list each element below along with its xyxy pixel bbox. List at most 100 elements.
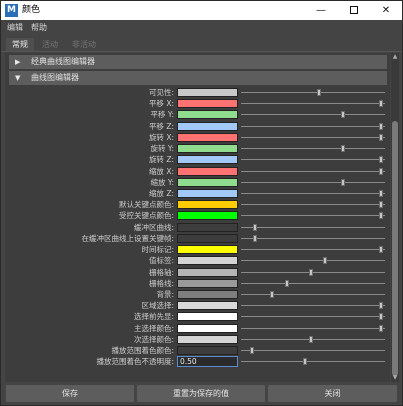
slider-handle[interactable] bbox=[309, 268, 313, 276]
slider-track[interactable] bbox=[241, 249, 385, 251]
slider-handle[interactable] bbox=[323, 257, 327, 265]
slider-handle[interactable] bbox=[379, 201, 383, 209]
slider-handle[interactable] bbox=[317, 89, 322, 96]
color-swatch[interactable] bbox=[177, 132, 238, 142]
color-swatch[interactable] bbox=[177, 267, 238, 277]
slider-handle[interactable] bbox=[285, 279, 290, 287]
menu-help[interactable]: 帮助 bbox=[31, 22, 47, 33]
color-swatch[interactable] bbox=[177, 121, 238, 131]
color-swatch[interactable] bbox=[177, 256, 238, 266]
color-swatch[interactable] bbox=[177, 245, 238, 255]
slider-track[interactable] bbox=[241, 282, 385, 284]
color-swatch[interactable] bbox=[177, 312, 238, 322]
color-swatch[interactable] bbox=[177, 278, 238, 288]
slider-track[interactable] bbox=[241, 92, 385, 93]
slider-handle[interactable] bbox=[250, 347, 255, 355]
slider-track[interactable] bbox=[241, 148, 385, 150]
slider-track[interactable] bbox=[241, 338, 385, 340]
section-graph-editor[interactable]: ▼ 曲线图编辑器 bbox=[9, 71, 387, 85]
minimize-button[interactable]: — bbox=[305, 1, 337, 20]
reset-to-saved-button[interactable]: 重置为保存的值 bbox=[137, 385, 265, 402]
slider-track[interactable] bbox=[241, 361, 385, 363]
slider-track[interactable] bbox=[241, 350, 385, 352]
slider-track[interactable] bbox=[241, 204, 385, 206]
slider-handle[interactable] bbox=[309, 335, 313, 343]
slider-handle[interactable] bbox=[253, 223, 257, 231]
slider-track[interactable] bbox=[241, 159, 385, 161]
menu-bar: 编辑 帮助 bbox=[1, 20, 402, 35]
slider-track[interactable] bbox=[241, 226, 385, 228]
section-classic-graph-editor[interactable]: ▶ 经典曲线图编辑器 bbox=[9, 55, 387, 69]
color-swatch[interactable] bbox=[177, 155, 238, 165]
color-swatch[interactable] bbox=[177, 110, 238, 120]
slider-handle[interactable] bbox=[379, 133, 383, 141]
slider-handle[interactable] bbox=[379, 313, 383, 321]
slider-track[interactable] bbox=[241, 237, 385, 239]
opacity-input[interactable]: 0.50 bbox=[177, 356, 238, 368]
color-swatch[interactable] bbox=[177, 99, 238, 109]
slider-handle[interactable] bbox=[253, 234, 257, 242]
slider-handle[interactable] bbox=[341, 111, 346, 119]
color-swatch[interactable] bbox=[177, 188, 238, 198]
button-bar: 保存 重置为保存的值 关闭 bbox=[1, 385, 402, 405]
color-swatch[interactable] bbox=[177, 233, 238, 243]
slider-track[interactable] bbox=[241, 125, 385, 127]
slider-track[interactable] bbox=[241, 114, 385, 116]
slider-track[interactable] bbox=[241, 103, 385, 105]
vertical-scrollbar[interactable]: ▲ ▼ bbox=[391, 53, 399, 382]
slider-handle[interactable] bbox=[379, 246, 383, 254]
save-button[interactable]: 保存 bbox=[6, 385, 134, 402]
scrollbar-thumb[interactable] bbox=[392, 121, 398, 376]
color-row-label: 平移 X: bbox=[148, 99, 174, 109]
color-swatch[interactable] bbox=[177, 177, 238, 187]
slider-handle[interactable] bbox=[379, 212, 383, 220]
scroll-down-icon[interactable]: ▼ bbox=[391, 374, 399, 382]
close-window-button[interactable]: ✕ bbox=[370, 1, 402, 20]
color-swatch[interactable] bbox=[177, 289, 238, 299]
color-row-label: 区域选择: bbox=[141, 301, 174, 311]
scroll-up-icon[interactable]: ▲ bbox=[391, 53, 399, 61]
color-swatch[interactable] bbox=[177, 211, 238, 221]
slider-handle[interactable] bbox=[379, 302, 383, 310]
color-swatch[interactable] bbox=[177, 166, 238, 176]
slider-track[interactable] bbox=[241, 271, 385, 273]
slider-track[interactable] bbox=[241, 293, 385, 295]
slider-handle[interactable] bbox=[341, 145, 346, 153]
slider-handle[interactable] bbox=[303, 358, 308, 366]
slider-handle[interactable] bbox=[379, 100, 383, 108]
color-swatch[interactable] bbox=[177, 346, 238, 356]
color-swatch[interactable] bbox=[177, 334, 238, 344]
slider-track[interactable] bbox=[241, 327, 385, 329]
color-row-label: 平移 Z: bbox=[148, 121, 174, 131]
slider-track[interactable] bbox=[241, 136, 385, 138]
slider-handle[interactable] bbox=[379, 122, 383, 130]
slider-handle[interactable] bbox=[379, 167, 383, 175]
slider-track[interactable] bbox=[241, 305, 385, 307]
tab-active[interactable]: 活动 bbox=[36, 38, 64, 51]
slider-track[interactable] bbox=[241, 192, 385, 194]
slider-handle[interactable] bbox=[379, 189, 383, 197]
color-row-label: 背景: bbox=[156, 289, 174, 299]
tab-general[interactable]: 常规 bbox=[6, 38, 34, 51]
color-row: 选择前先显: bbox=[5, 311, 390, 322]
slider-track[interactable] bbox=[241, 215, 385, 217]
color-swatch[interactable] bbox=[177, 222, 238, 232]
color-swatch[interactable] bbox=[177, 88, 238, 97]
color-swatch[interactable] bbox=[177, 144, 238, 154]
slider-handle[interactable] bbox=[379, 156, 383, 164]
color-row-label: 旋转 Y: bbox=[150, 144, 175, 154]
tab-inactive[interactable]: 非活动 bbox=[66, 38, 102, 51]
slider-handle[interactable] bbox=[379, 324, 383, 332]
slider-track[interactable] bbox=[241, 181, 385, 183]
color-swatch[interactable] bbox=[177, 323, 238, 333]
slider-track[interactable] bbox=[241, 260, 385, 262]
menu-edit[interactable]: 编辑 bbox=[7, 22, 23, 33]
slider-track[interactable] bbox=[241, 170, 385, 172]
slider-handle[interactable] bbox=[269, 290, 274, 298]
color-swatch[interactable] bbox=[177, 301, 238, 311]
slider-handle[interactable] bbox=[341, 178, 346, 186]
slider-track[interactable] bbox=[241, 316, 385, 318]
close-button[interactable]: 关闭 bbox=[268, 385, 397, 402]
maximize-button[interactable] bbox=[338, 1, 370, 20]
color-swatch[interactable] bbox=[177, 200, 238, 210]
